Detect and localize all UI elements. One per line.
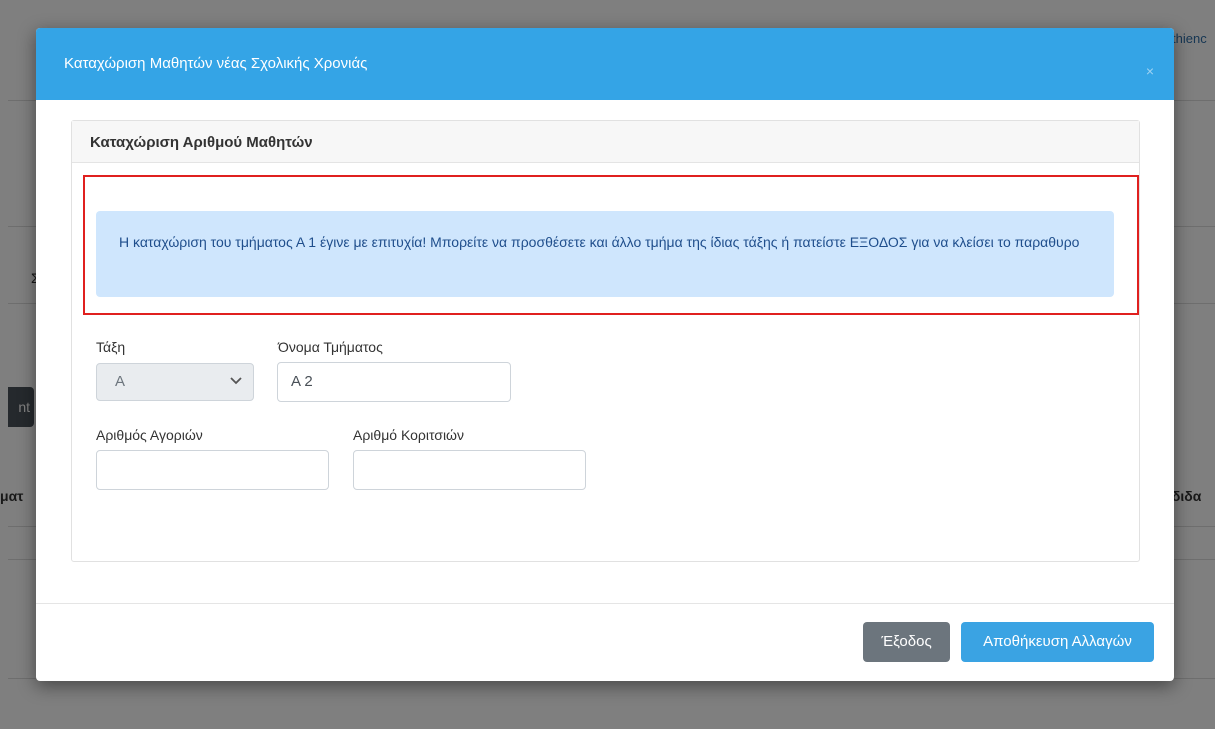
close-icon[interactable]: × bbox=[1146, 64, 1154, 78]
chevron-down-icon bbox=[230, 377, 242, 385]
section-name-label: Όνομα Τμήματος bbox=[278, 339, 383, 355]
boys-count-input[interactable] bbox=[96, 450, 329, 490]
section-name-value: Α 2 bbox=[291, 373, 313, 390]
class-label: Τάξη bbox=[96, 339, 126, 355]
footer-divider bbox=[36, 603, 1174, 604]
boys-count-label: Αριθμός Αγοριών bbox=[96, 427, 203, 443]
class-select[interactable]: Α bbox=[96, 363, 254, 401]
exit-button[interactable]: Έξοδος bbox=[863, 622, 950, 662]
girls-count-input[interactable] bbox=[353, 450, 586, 490]
save-changes-button[interactable]: Αποθήκευση Αλλαγών bbox=[961, 622, 1154, 662]
girls-count-label: Αριθμό Κοριτσιών bbox=[353, 427, 464, 443]
modal-header: Καταχώριση Μαθητών νέας Σχολικής Χρονιάς… bbox=[36, 28, 1174, 100]
modal-title: Καταχώριση Μαθητών νέας Σχολικής Χρονιάς bbox=[64, 55, 368, 72]
card-title: Καταχώριση Αριθμού Μαθητών bbox=[90, 134, 313, 151]
success-alert: Η καταχώριση του τμήματος Α 1 έγινε με ε… bbox=[96, 211, 1114, 297]
card-header: Καταχώριση Αριθμού Μαθητών bbox=[72, 121, 1139, 163]
modal-dialog: Καταχώριση Μαθητών νέας Σχολικής Χρονιάς… bbox=[36, 28, 1174, 681]
class-select-value: Α bbox=[115, 373, 126, 390]
section-name-input[interactable]: Α 2 bbox=[277, 362, 511, 402]
